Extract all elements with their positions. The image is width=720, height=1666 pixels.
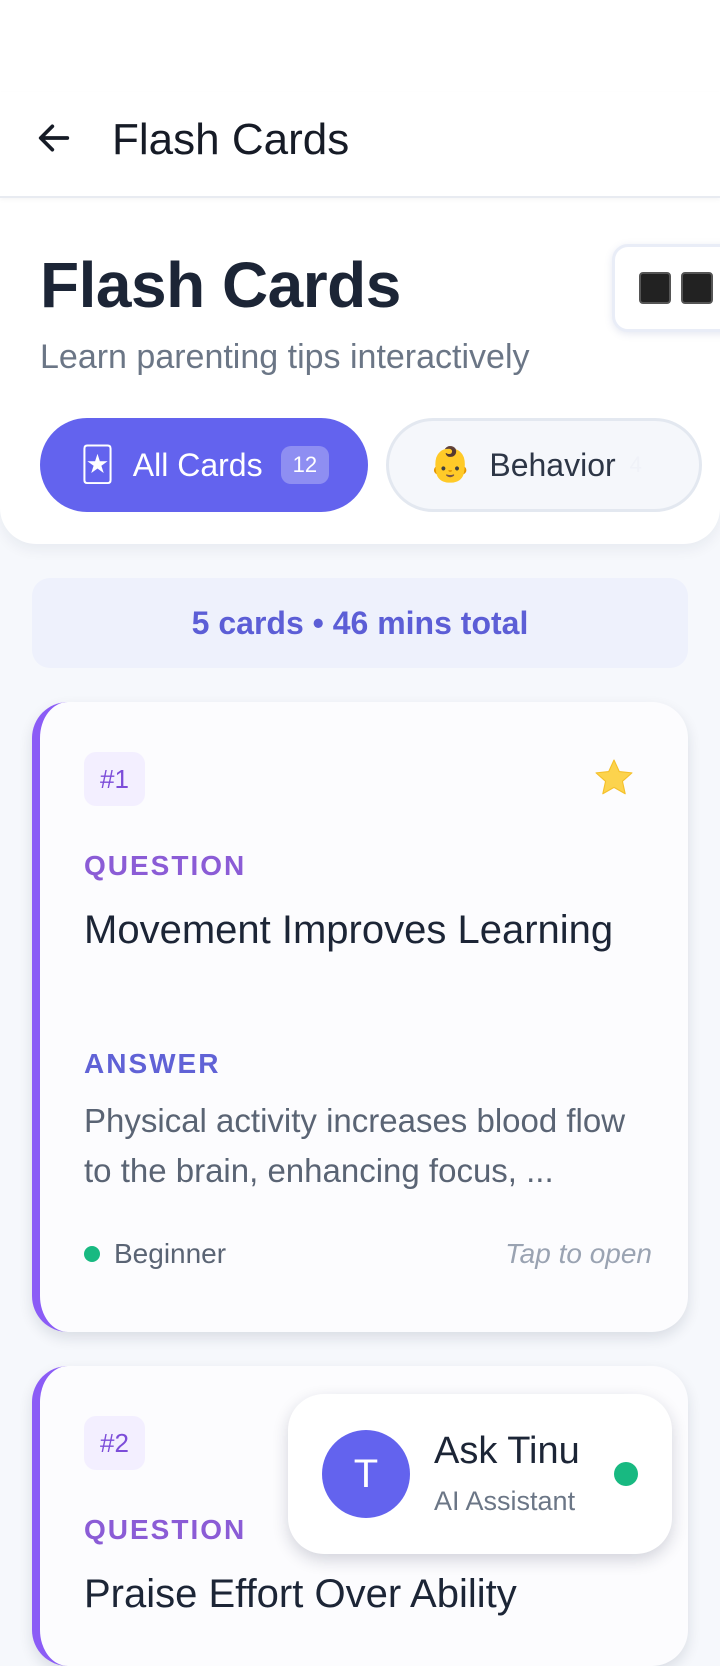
online-status-icon: [614, 1462, 638, 1486]
filter-count-badge: 12: [280, 446, 330, 484]
filter-chip-all-cards[interactable]: 🃏 All Cards 12: [40, 418, 368, 512]
level-dot-icon: [84, 1246, 100, 1262]
filter-count-badge: 4: [629, 452, 642, 477]
arrow-left-icon: [38, 124, 70, 152]
assistant-avatar: T: [322, 1430, 410, 1518]
view-toggle-button[interactable]: [612, 244, 720, 332]
back-button[interactable]: [26, 110, 82, 166]
app-bar-title: Flash Cards: [112, 115, 350, 164]
page-subtitle: Learn parenting tips interactively: [40, 338, 530, 376]
assistant-name: Ask Tinu: [434, 1430, 580, 1472]
star-icon[interactable]: [592, 756, 636, 800]
flash-card[interactable]: #1 QUESTION Movement Improves Learning A…: [32, 702, 688, 1332]
difficulty-level: Beginner: [84, 1238, 226, 1270]
question-text: Praise Effort Over Ability: [84, 1572, 517, 1616]
grid-view-icon: [681, 272, 713, 304]
assistant-role: AI Assistant: [434, 1486, 576, 1516]
joker-card-icon: 🃏: [80, 446, 115, 484]
answer-text: Physical activity increases blood flow t…: [84, 1102, 626, 1189]
question-text: Movement Improves Learning: [84, 908, 614, 952]
baby-icon: 👶: [429, 446, 472, 484]
filter-chip-label: All Cards: [132, 446, 263, 483]
header-section: Flash Cards Learn parenting tips interac…: [0, 198, 720, 544]
question-label: QUESTION: [84, 850, 247, 881]
page-title: Flash Cards: [40, 249, 401, 321]
answer-label: ANSWER: [84, 1048, 221, 1079]
card-number-tag: #2: [84, 1416, 145, 1470]
card-number-tag: #1: [84, 752, 145, 806]
grid-view-icon: [639, 272, 671, 304]
cards-summary: 5 cards • 46 mins total: [32, 578, 688, 668]
level-label: Beginner: [114, 1238, 227, 1269]
ask-assistant-button[interactable]: T Ask Tinu AI Assistant: [288, 1394, 672, 1554]
app-bar: Flash Cards: [0, 92, 720, 198]
question-label: QUESTION: [84, 1514, 247, 1545]
status-bar-area: [0, 0, 720, 92]
tap-to-open-hint: Tap to open: [505, 1238, 652, 1269]
filter-chip-behavior[interactable]: 👶 Behavior 4: [386, 418, 702, 512]
filter-chip-label: Behavior: [489, 446, 616, 483]
